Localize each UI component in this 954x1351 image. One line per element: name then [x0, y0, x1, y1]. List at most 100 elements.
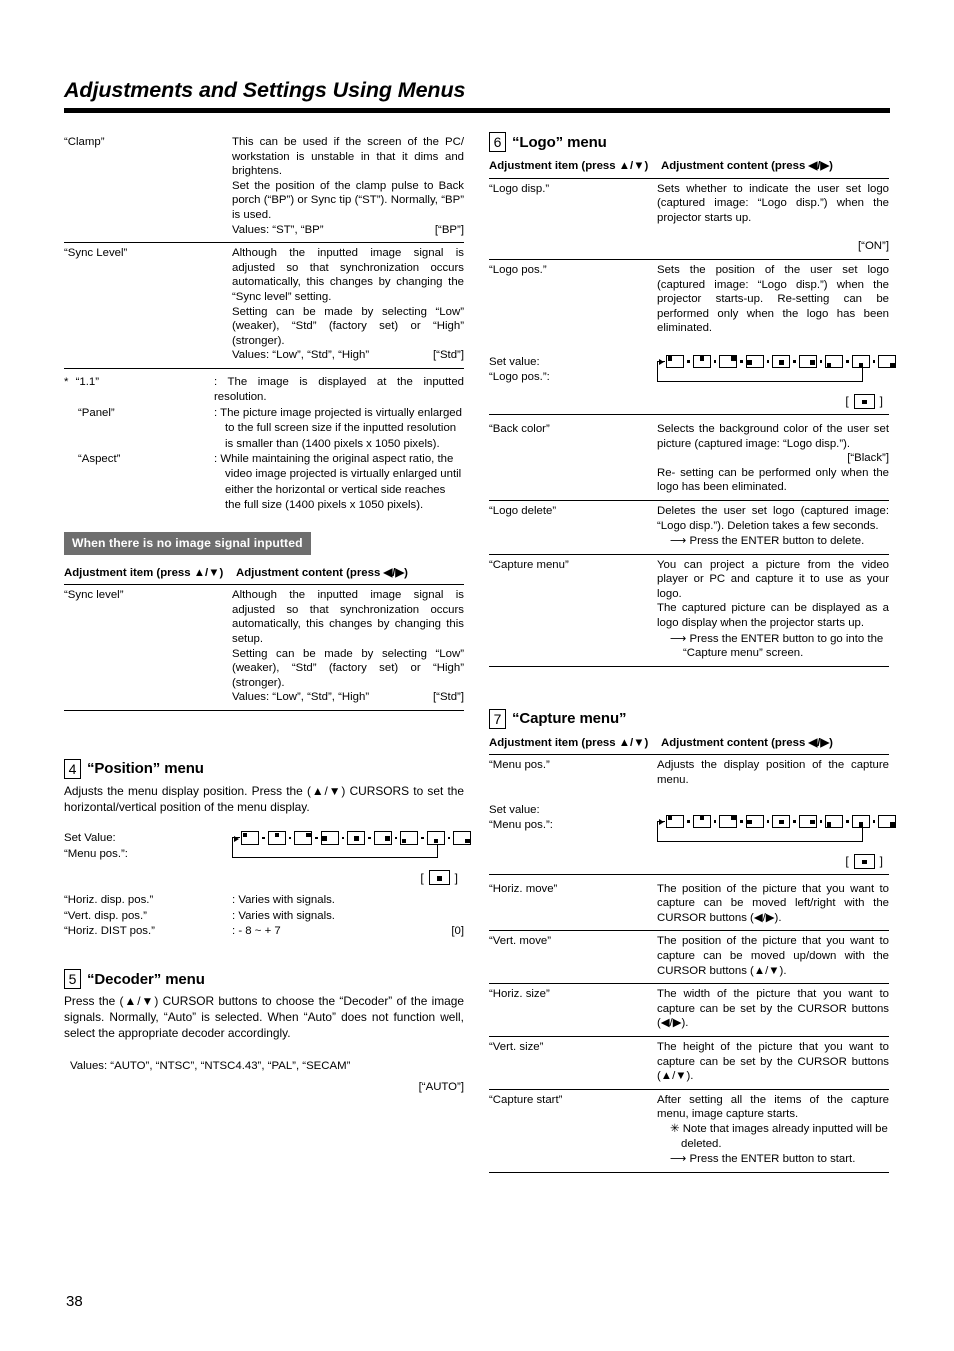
decoder-values-label: Values: “AUTO”, “NTSC”, “NTSC4.43”, “PAL…	[70, 1060, 351, 1073]
footnote-term: “Aspect”	[78, 452, 121, 465]
adjustment-content: Selects the background color of the user…	[657, 413, 889, 501]
logo-menu-table: Adjustment item (press ▲/▼) Adjustment c…	[489, 157, 897, 667]
decoder-default-value: [“AUTO”]	[418, 1080, 464, 1093]
table-row: “Clamp” This can be used if the screen o…	[64, 132, 464, 244]
position-cells	[240, 831, 472, 845]
adjustment-item: “Logo pos.”	[489, 263, 547, 276]
table-header-row: Adjustment item (press ▲/▼) Adjustment c…	[489, 157, 889, 179]
adjustment-item: “Capture menu”	[489, 554, 657, 667]
content-paragraph: Sets the position of the user set logo (…	[657, 263, 889, 335]
loop-arrow-icon	[659, 819, 664, 826]
table-row: “Sync level” Although the inputted image…	[64, 584, 464, 711]
column-header-item: Adjustment item (press ▲/▼)	[489, 157, 657, 179]
title-rule	[64, 108, 890, 113]
position-sub-default: [0]	[451, 924, 464, 937]
table-row: “Capture menu” You can project a picture…	[489, 554, 889, 667]
capture-position-default-value: [ ]	[657, 853, 889, 869]
right-arrow-icon: ⟶	[670, 630, 687, 645]
content-paragraph: Setting can be made by selecting “Low” (…	[232, 305, 464, 347]
separator-dot-icon	[740, 360, 743, 363]
position-cell-top-right	[294, 831, 312, 845]
table-header-row: Adjustment item (press ▲/▼) Adjustment c…	[64, 563, 464, 586]
bracket-open: [	[845, 394, 849, 409]
column-header-item: Adjustment item (press ▲/▼)	[489, 733, 657, 756]
separator-dot-icon	[394, 836, 397, 840]
right-arrow-icon: ⟶	[670, 533, 687, 548]
section-number-box: 7	[489, 708, 506, 729]
position-cell-bottom-left	[400, 831, 418, 845]
bracket-close: ]	[879, 394, 883, 409]
set-value-labels: Set Value: “Menu pos.”:	[64, 831, 232, 862]
content-paragraph: This can be used if the screen of the PC…	[232, 136, 464, 178]
adjustment-content: Deletes the user set logo (captured imag…	[657, 500, 889, 555]
footnote-text: : The image is displayed at the inputted…	[214, 375, 464, 404]
set-value-key: “Menu pos.”:	[64, 847, 128, 860]
adjustment-item: “Sync Level”	[64, 242, 232, 369]
table-row: “Sync Level” Although the inputted image…	[64, 242, 464, 369]
separator-dot-icon	[793, 360, 796, 363]
star-note: ✳ Note that images already inputted will…	[657, 1122, 889, 1151]
set-value-label: Set value:	[489, 803, 540, 816]
position-cell-middle-right	[373, 831, 392, 845]
separator-dot-icon	[447, 836, 450, 840]
set-value-key: “Menu pos.”:	[489, 819, 553, 832]
position-sub-key: “Horiz. disp. pos.”	[64, 894, 154, 907]
separator-dot-icon	[846, 820, 849, 823]
position-cell-bottom-left	[825, 354, 843, 369]
right-arrow-icon: ⟶	[670, 1151, 687, 1166]
arrow-note: ⟶ Press the ENTER button to start.	[657, 1151, 889, 1167]
separator-dot-icon	[793, 820, 796, 823]
adjustment-item: “Back color”	[489, 413, 657, 501]
arrow-note-text: Press the ENTER button to go into the “C…	[683, 632, 884, 660]
separator-dot-icon	[341, 836, 344, 840]
logo-position-default-value: [ ]	[657, 393, 889, 409]
values-label: Values: “ST”, “BP”	[232, 223, 324, 236]
adjustment-content: After setting all the items of the captu…	[657, 1089, 889, 1173]
content-paragraph: Setting can be made by selecting “Low” (…	[232, 647, 464, 689]
content-paragraph: Adjusts the display position of the capt…	[657, 759, 889, 787]
position-cell-bottom-right	[878, 354, 896, 369]
section-number-box: 4	[64, 758, 81, 779]
star-note-text: ✳ Note that images already inputted will…	[670, 1122, 888, 1150]
position-cell-bottom-center	[426, 831, 445, 845]
table-row: “Back color” Selects the background colo…	[489, 413, 889, 501]
adjustment-content: The position of the picture that you wan…	[657, 930, 889, 985]
position-cell-bottom-right	[878, 814, 896, 829]
table-row-set-value: Set value: “Menu pos.”: []	[489, 793, 897, 875]
position-sub-value: : Varies with signals.	[232, 909, 335, 922]
adjustment-content: You can project a picture from the video…	[657, 554, 889, 667]
column-header-item: Adjustment item (press ▲/▼)	[64, 563, 232, 586]
position-sub-key: “Vert. disp. pos.”	[64, 909, 147, 922]
adjustment-item: “Horiz. size”	[489, 983, 657, 1037]
position-cell-middle-right	[798, 814, 817, 829]
separator-dot-icon	[740, 820, 743, 823]
separator-dot-icon	[766, 360, 769, 363]
adjustment-content: The height of the picture that you want …	[657, 1036, 889, 1090]
default-value: [“BP”]	[434, 223, 464, 236]
adjustment-content: Adjusts the display position of the capt…	[657, 755, 889, 793]
separator-dot-icon	[288, 836, 291, 840]
default-value: [“Black”]	[847, 452, 889, 465]
set-value-label: Set value:	[489, 355, 540, 368]
table-row: “Logo pos.” Sets the position of the use…	[489, 259, 889, 340]
continued-adjustment-table: “Clamp” This can be used if the screen o…	[64, 132, 464, 369]
position-cell-middle-left	[320, 831, 339, 845]
separator-dot-icon	[687, 820, 690, 823]
adjustment-content: The position of the picture that you wan…	[657, 873, 889, 932]
manual-page: Adjustments and Settings Using Menus “Cl…	[0, 0, 954, 1351]
arrow-note-text: Press the ENTER button to delete.	[689, 535, 865, 548]
content-paragraph: The position of the picture that you wan…	[657, 935, 889, 977]
position-cell-top-right	[719, 354, 737, 369]
position-cells	[665, 814, 897, 829]
section-number-box: 6	[489, 132, 506, 152]
table-row: “Logo disp.” Sets whether to indicate th…	[489, 178, 889, 260]
position-cell-center	[347, 831, 365, 845]
values-label: Values: “Low”, “Std”, “High”	[232, 691, 370, 704]
position-cell-center	[772, 814, 790, 829]
column-header-content: Adjustment content (press ◀/▶)	[657, 733, 889, 756]
table-row: “Horiz. move” The position of the pictur…	[489, 873, 889, 932]
position-menu-heading: 4 “Position” menu	[64, 758, 464, 779]
no-signal-banner: When there is no image signal inputted	[64, 531, 311, 555]
position-cell-center	[772, 354, 790, 369]
capture-position-area: [ ]	[657, 793, 897, 875]
